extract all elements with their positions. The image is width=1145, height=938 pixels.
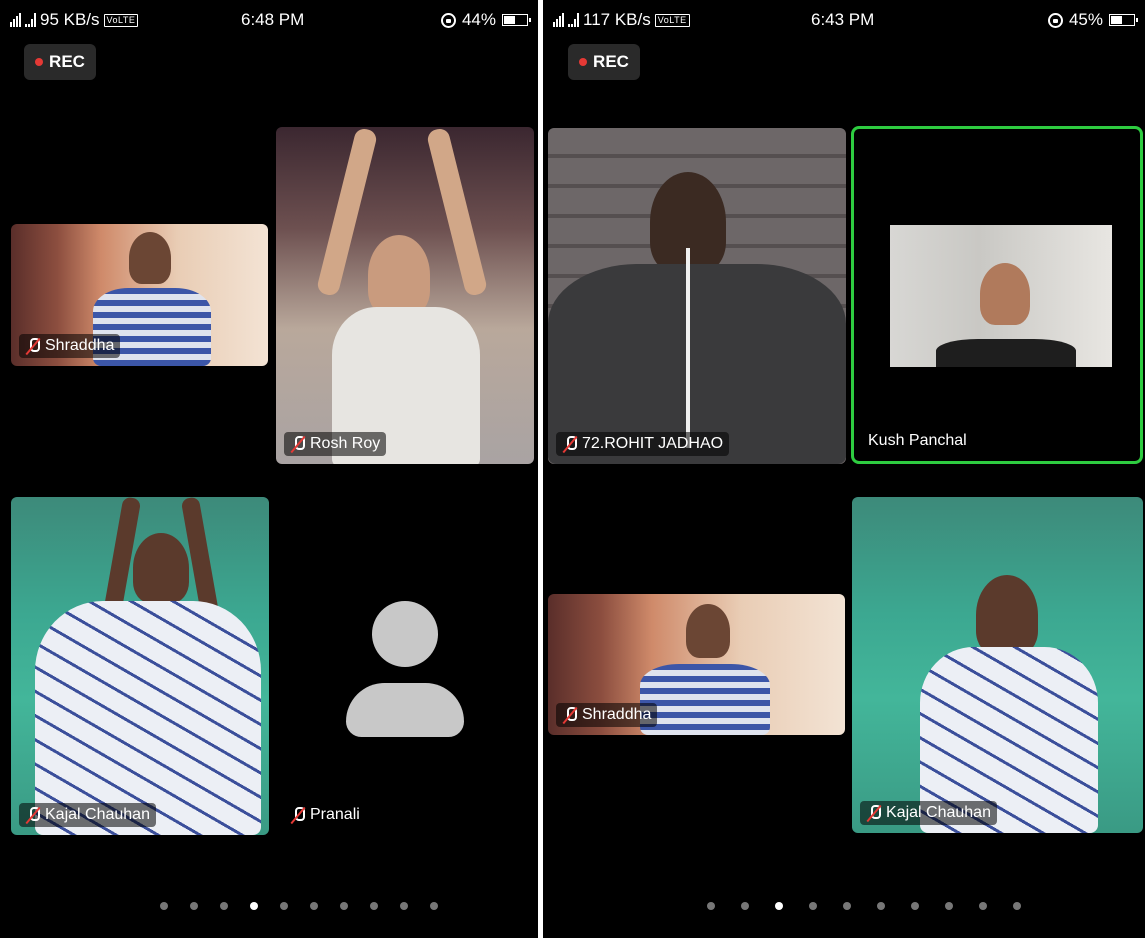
video-tile[interactable]: Shraddha: [11, 224, 268, 366]
signal-icon: [553, 13, 564, 27]
video-tile[interactable]: Shraddha: [548, 594, 845, 735]
signal-icon: [25, 13, 36, 27]
participant-video-figure: [368, 235, 430, 315]
recording-indicator[interactable]: REC: [568, 44, 640, 80]
mic-muted-icon: [562, 435, 578, 453]
network-speed: 117 KB/s: [583, 10, 651, 29]
battery-icon: [502, 14, 531, 26]
record-dot-icon: [579, 58, 588, 66]
page-dot[interactable]: [250, 902, 258, 910]
page-dot[interactable]: [160, 902, 168, 910]
earphone-cable: [686, 248, 690, 448]
page-indicator[interactable]: [583, 902, 1145, 910]
page-dot[interactable]: [430, 902, 438, 910]
participant-name-label: 72.ROHIT JADHAO: [556, 432, 730, 456]
participant-video-figure: [980, 263, 1030, 325]
meeting-screen-left: 95 KB/s VoLTE 6:48 PM 44% REC Shraddha R…: [0, 0, 538, 938]
clock: 6:43 PM: [811, 10, 875, 29]
participant-name-label: Kajal Chauhan: [19, 803, 156, 827]
page-dot[interactable]: [741, 902, 749, 910]
page-dot[interactable]: [1013, 902, 1021, 910]
participant-video-figure: [129, 232, 171, 284]
meeting-screen-right: 117 KB/s VoLTE 6:43 PM 45% REC 72.ROHIT …: [543, 0, 1145, 938]
record-dot-icon: [35, 58, 44, 66]
participant-video-figure: [936, 339, 1076, 367]
battery-percent: 45%: [1068, 10, 1103, 29]
video-tile[interactable]: Kajal Chauhan: [11, 497, 269, 835]
participant-video-figure: [976, 575, 1038, 655]
video-tile-active-speaker[interactable]: Kush Panchal: [851, 126, 1143, 464]
page-dot[interactable]: [911, 902, 919, 910]
signal-icon: [10, 13, 21, 27]
page-dot[interactable]: [945, 902, 953, 910]
video-tile[interactable]: Rosh Roy: [276, 127, 534, 464]
video-tile[interactable]: Pranali: [276, 497, 534, 835]
participant-video-figure: [425, 127, 489, 298]
rec-label: REC: [593, 52, 629, 71]
signal-icon: [568, 13, 579, 27]
participant-video-figure: [35, 601, 261, 835]
participant-name-label: Rosh Roy: [284, 432, 387, 456]
page-dot[interactable]: [310, 902, 318, 910]
battery-percent: 44%: [461, 10, 496, 29]
mic-muted-icon: [866, 804, 882, 822]
mic-muted-icon: [562, 706, 578, 724]
page-dot[interactable]: [190, 902, 198, 910]
clock: 6:48 PM: [241, 10, 305, 29]
status-bar: 95 KB/s VoLTE 6:48 PM 44%: [0, 0, 538, 40]
participant-name-label: Kush Panchal: [868, 432, 967, 449]
volte-badge: VoLTE: [654, 13, 690, 27]
mic-muted-icon: [290, 806, 306, 824]
page-dot[interactable]: [340, 902, 348, 910]
mic-muted-icon: [25, 337, 41, 355]
page-dot[interactable]: [707, 902, 715, 910]
video-tile[interactable]: 72.ROHIT JADHAO: [548, 128, 846, 464]
page-dot[interactable]: [280, 902, 288, 910]
rotation-lock-icon: [1047, 12, 1063, 28]
video-tile[interactable]: Kajal Chauhan: [852, 497, 1143, 833]
recording-indicator[interactable]: REC: [24, 44, 96, 80]
battery-icon: [1109, 14, 1138, 26]
participant-name-label: Pranali: [284, 803, 366, 827]
page-dot[interactable]: [370, 902, 378, 910]
page-dot[interactable]: [809, 902, 817, 910]
participant-video-figure: [686, 604, 730, 658]
page-dot[interactable]: [400, 902, 408, 910]
page-dot[interactable]: [877, 902, 885, 910]
rotation-lock-icon: [440, 12, 456, 28]
participant-name-label: Kajal Chauhan: [860, 801, 997, 825]
page-indicator[interactable]: [60, 902, 538, 910]
network-speed: 95 KB/s: [40, 10, 100, 29]
volte-badge: VoLTE: [103, 13, 139, 27]
participant-video-figure: [133, 533, 189, 603]
page-dot[interactable]: [843, 902, 851, 910]
page-dot[interactable]: [979, 902, 987, 910]
participant-name-label: Shraddha: [556, 703, 658, 727]
participant-video: [890, 225, 1112, 367]
rec-label: REC: [49, 52, 85, 71]
page-dot[interactable]: [775, 902, 783, 910]
page-dot[interactable]: [220, 902, 228, 910]
participant-name-label: Shraddha: [19, 334, 121, 358]
mic-muted-icon: [25, 806, 41, 824]
avatar-placeholder-icon: [346, 601, 464, 737]
status-bar: 117 KB/s VoLTE 6:43 PM 45%: [543, 0, 1145, 40]
mic-muted-icon: [290, 435, 306, 453]
participant-video-figure: [640, 664, 770, 735]
